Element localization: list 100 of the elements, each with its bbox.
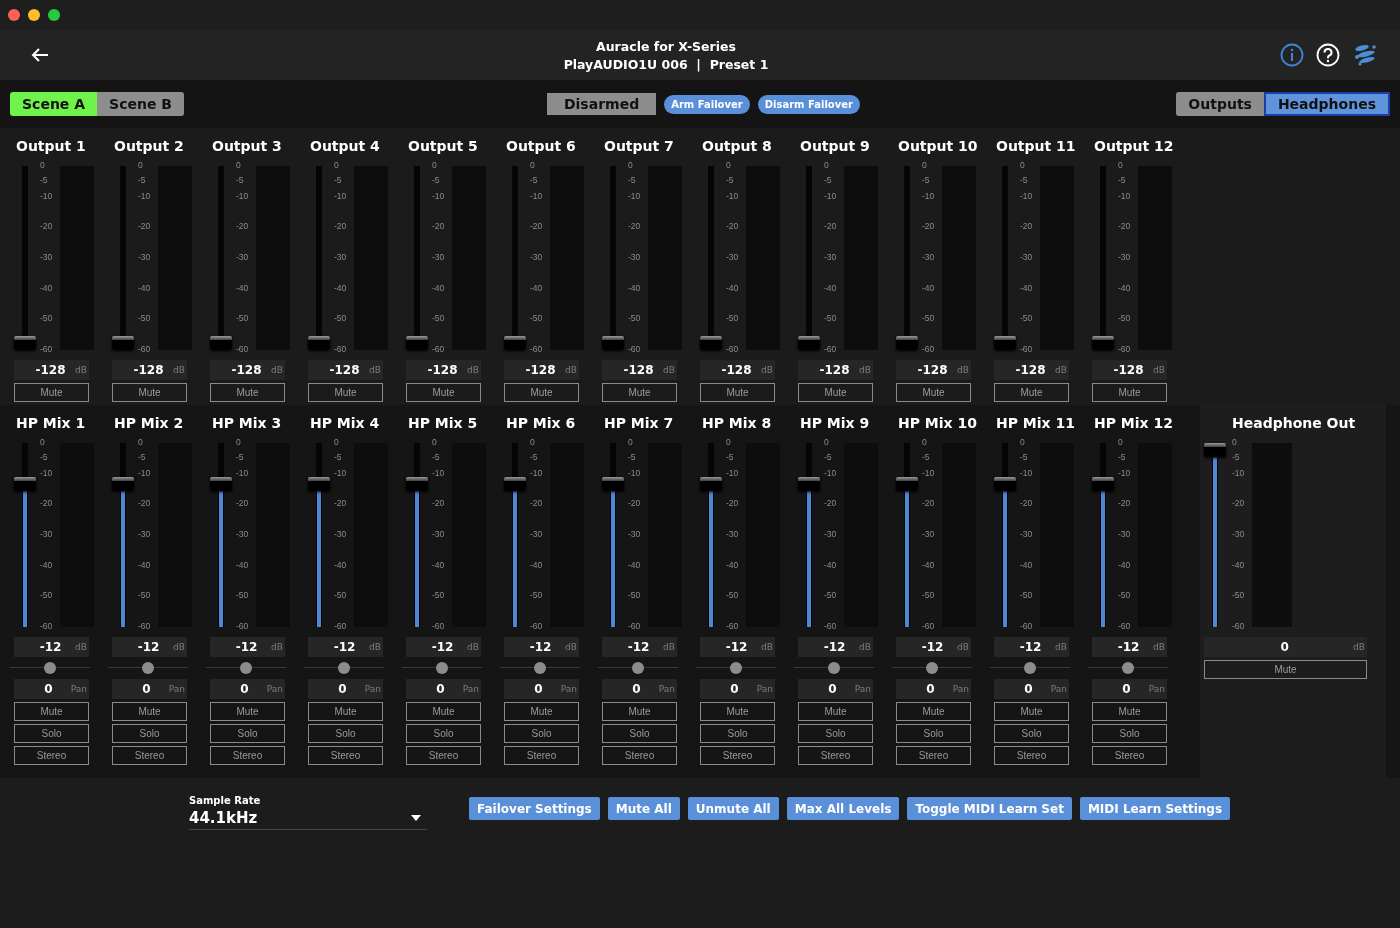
pan-field[interactable]: 0 Pan <box>504 679 579 699</box>
channel-button[interactable]: Mute <box>602 702 677 721</box>
value-field[interactable]: -128 dB <box>994 360 1069 380</box>
close-icon[interactable] <box>8 9 20 21</box>
channel-button[interactable]: Stereo <box>896 746 971 765</box>
channel-button[interactable]: Stereo <box>14 746 89 765</box>
pan-knob[interactable] <box>730 662 742 674</box>
channel-button[interactable]: Stereo <box>700 746 775 765</box>
fader-handle[interactable] <box>602 336 624 350</box>
value-field[interactable]: -128 dB <box>1092 360 1167 380</box>
channel-button[interactable]: Mute <box>112 702 187 721</box>
value-field[interactable]: -12 dB <box>308 637 383 657</box>
channel-button[interactable]: Mute <box>1092 702 1167 721</box>
pan-field[interactable]: 0 Pan <box>14 679 89 699</box>
fader-handle[interactable] <box>210 477 232 491</box>
info-icon[interactable] <box>1280 43 1304 67</box>
pan-field[interactable]: 0 Pan <box>112 679 187 699</box>
channel-button[interactable]: Solo <box>406 724 481 743</box>
value-field[interactable]: -12 dB <box>896 637 971 657</box>
channel-button[interactable]: Stereo <box>602 746 677 765</box>
fader-handle[interactable] <box>112 336 134 350</box>
channel-button[interactable]: Mute <box>504 383 579 402</box>
channel-button[interactable]: Mute <box>896 383 971 402</box>
channel-button[interactable]: Stereo <box>504 746 579 765</box>
value-field[interactable]: -12 dB <box>994 637 1069 657</box>
pan-knob[interactable] <box>534 662 546 674</box>
channel-button[interactable]: Stereo <box>798 746 873 765</box>
pan-knob[interactable] <box>240 662 252 674</box>
fader-handle[interactable] <box>798 477 820 491</box>
pan-field[interactable]: 0 Pan <box>700 679 775 699</box>
fader-handle[interactable] <box>896 336 918 350</box>
channel-button[interactable]: Solo <box>798 724 873 743</box>
value-field[interactable]: -12 dB <box>504 637 579 657</box>
pan-field[interactable]: 0 Pan <box>1092 679 1167 699</box>
channel-button[interactable]: Stereo <box>406 746 481 765</box>
pan-knob[interactable] <box>1024 662 1036 674</box>
channel-button[interactable]: Solo <box>112 724 187 743</box>
channel-button[interactable]: Solo <box>700 724 775 743</box>
value-field[interactable]: -128 dB <box>14 360 89 380</box>
fader-handle[interactable] <box>504 477 526 491</box>
fader-handle[interactable] <box>406 477 428 491</box>
fader-handle[interactable] <box>1092 336 1114 350</box>
channel-button[interactable]: Mute <box>798 383 873 402</box>
pan-field[interactable]: 0 Pan <box>308 679 383 699</box>
pan-knob[interactable] <box>338 662 350 674</box>
fader-handle[interactable] <box>798 336 820 350</box>
pan-field[interactable]: 0 Pan <box>896 679 971 699</box>
fader-handle[interactable] <box>14 336 36 350</box>
fader-handle[interactable] <box>1092 477 1114 491</box>
channel-button[interactable]: Solo <box>896 724 971 743</box>
fader-handle[interactable] <box>1204 443 1226 457</box>
fader-handle[interactable] <box>602 477 624 491</box>
value-field[interactable]: -128 dB <box>602 360 677 380</box>
channel-button[interactable]: Mute <box>210 702 285 721</box>
channel-button[interactable]: Mute <box>700 383 775 402</box>
channel-button[interactable]: Stereo <box>308 746 383 765</box>
fader-handle[interactable] <box>700 477 722 491</box>
fader-handle[interactable] <box>210 336 232 350</box>
channel-button[interactable]: Mute <box>504 702 579 721</box>
channel-button[interactable]: Solo <box>14 724 89 743</box>
sample-rate-select[interactable]: 44.1kHz <box>189 806 427 830</box>
fader-handle[interactable] <box>112 477 134 491</box>
value-field[interactable]: -128 dB <box>210 360 285 380</box>
channel-button[interactable]: Mute <box>406 383 481 402</box>
pan-knob[interactable] <box>142 662 154 674</box>
value-field[interactable]: -12 dB <box>406 637 481 657</box>
channel-button[interactable]: Mute <box>994 383 1069 402</box>
value-field[interactable]: -12 dB <box>1092 637 1167 657</box>
channel-button[interactable]: Solo <box>210 724 285 743</box>
channel-button[interactable]: Solo <box>994 724 1069 743</box>
pan-knob[interactable] <box>44 662 56 674</box>
value-field[interactable]: -12 dB <box>210 637 285 657</box>
channel-button[interactable]: Mute <box>1092 383 1167 402</box>
value-field[interactable]: -128 dB <box>896 360 971 380</box>
channel-button[interactable]: Mute <box>798 702 873 721</box>
scene-tab[interactable]: Scene A <box>10 92 98 116</box>
channel-button[interactable]: Mute <box>896 702 971 721</box>
fader-handle[interactable] <box>994 477 1016 491</box>
pan-field[interactable]: 0 Pan <box>798 679 873 699</box>
fader-handle[interactable] <box>504 336 526 350</box>
channel-button[interactable]: Solo <box>308 724 383 743</box>
channel-button[interactable]: Mute <box>994 702 1069 721</box>
fader-handle[interactable] <box>994 336 1016 350</box>
fader-handle[interactable] <box>896 477 918 491</box>
value-field[interactable]: -128 dB <box>504 360 579 380</box>
channel-button[interactable]: Mute <box>700 702 775 721</box>
fader-handle[interactable] <box>14 477 36 491</box>
channel-button[interactable]: Mute <box>406 702 481 721</box>
value-field[interactable]: -12 dB <box>798 637 873 657</box>
view-tab[interactable]: Outputs <box>1176 92 1264 116</box>
value-field[interactable]: -12 dB <box>602 637 677 657</box>
channel-button[interactable]: Mute <box>210 383 285 402</box>
channel-button[interactable]: Mute <box>112 383 187 402</box>
value-field[interactable]: -128 dB <box>798 360 873 380</box>
channel-button[interactable]: Stereo <box>1092 746 1167 765</box>
channel-button[interactable]: Mute <box>14 383 89 402</box>
fader-handle[interactable] <box>406 336 428 350</box>
pan-knob[interactable] <box>926 662 938 674</box>
channel-button[interactable]: Mute <box>14 702 89 721</box>
channel-button[interactable]: Solo <box>602 724 677 743</box>
